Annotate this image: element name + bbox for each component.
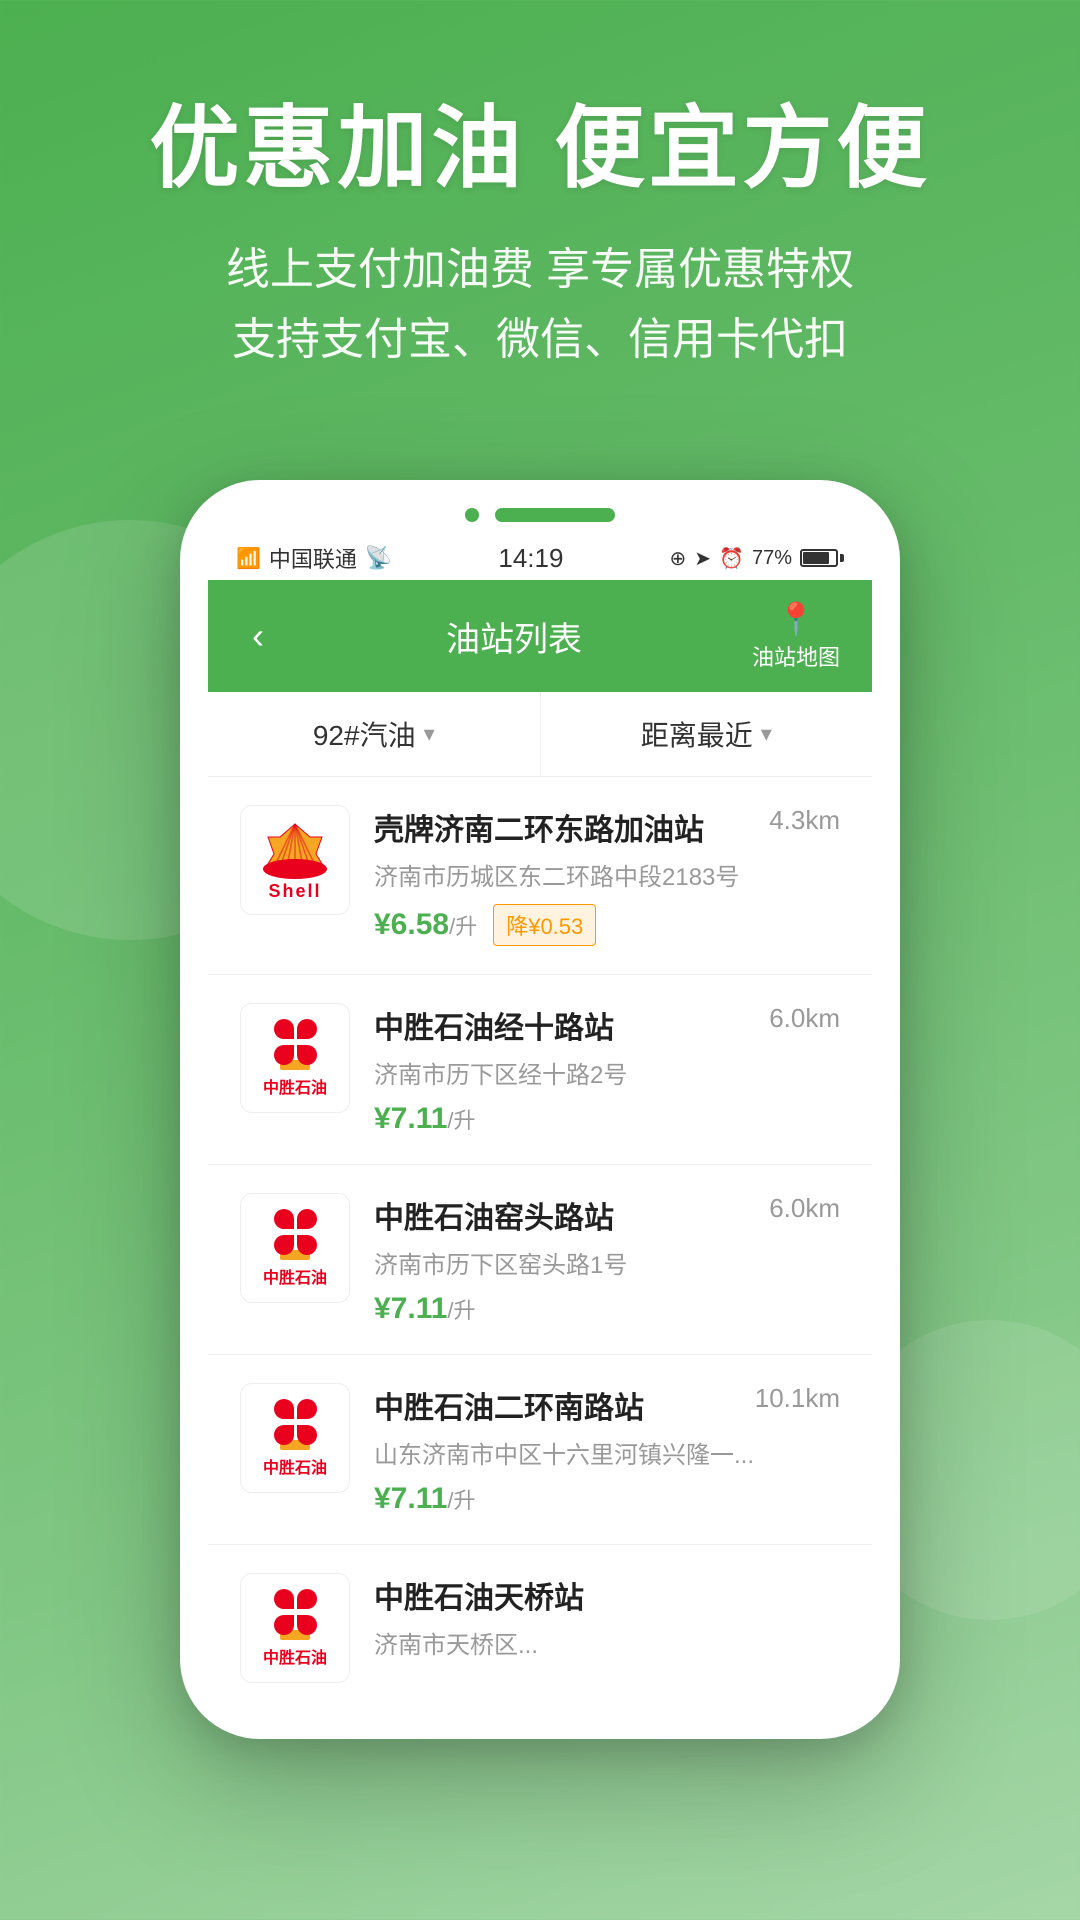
station-header: 中胜石油天桥站 xyxy=(374,1573,840,1617)
station-header: 中胜石油二环南路站 10.1km xyxy=(374,1383,840,1427)
station-logo-zhongsheng: 中胜石油 xyxy=(240,1003,350,1113)
station-logo-shell: Shell xyxy=(240,805,350,915)
fuel-type-label: 92#汽油 xyxy=(313,714,416,754)
station-distance: 4.3km xyxy=(769,805,840,836)
hero-subtitle-line1: 线上支付加油费 享专属优惠特权 xyxy=(60,235,1020,305)
station-price: ¥7.11/升 xyxy=(374,1482,476,1516)
wifi-icon: 📡 xyxy=(365,545,392,571)
status-bar: 📶 中国联通 📡 14:19 ⊕ ➤ ⏰ 77% xyxy=(208,532,872,580)
station-name: 中胜石油天桥站 xyxy=(374,1573,840,1617)
station-address: 山东济南市中区十六里河镇兴隆一... xyxy=(374,1435,840,1470)
station-logo-zhongsheng: 中胜石油 xyxy=(240,1573,350,1683)
station-item-partial[interactable]: 中胜石油 中胜石油天桥站 济南市天桥区... xyxy=(208,1545,872,1699)
station-address: 济南市天桥区... xyxy=(374,1625,840,1660)
station-header: 壳牌济南二环东路加油站 4.3km xyxy=(374,805,840,849)
station-info: 中胜石油天桥站 济南市天桥区... xyxy=(374,1573,840,1672)
map-label: 油站地图 xyxy=(752,640,840,672)
location-icon: ⊕ xyxy=(670,546,687,571)
phone-dot xyxy=(465,508,479,522)
fuel-type-filter[interactable]: 92#汽油 ▾ xyxy=(208,692,541,776)
station-address: 济南市历下区经十路2号 xyxy=(374,1055,840,1090)
filter-bar: 92#汽油 ▾ 距离最近 ▾ xyxy=(208,692,872,777)
station-name: 中胜石油窑头路站 xyxy=(374,1193,757,1237)
signal-icon: 📶 xyxy=(236,546,261,571)
zhongsheng-brand-text: 中胜石油 xyxy=(263,1264,327,1288)
station-price-row: ¥7.11/升 xyxy=(374,1482,840,1516)
station-info: 壳牌济南二环东路加油站 4.3km 济南市历城区东二环路中段2183号 ¥6.5… xyxy=(374,805,840,946)
back-button[interactable]: ‹ xyxy=(240,611,276,661)
sort-label: 距离最近 xyxy=(641,714,753,754)
nav-bar: ‹ 油站列表 📍 油站地图 xyxy=(208,580,872,692)
hero-section: 优惠加油 便宜方便 线上支付加油费 享专属优惠特权 支持支付宝、微信、信用卡代扣 xyxy=(0,0,1080,436)
phone-notch xyxy=(208,508,872,522)
station-list: Shell 壳牌济南二环东路加油站 4.3km 济南市历城区东二环路中段2183… xyxy=(208,777,872,1699)
hero-title: 优惠加油 便宜方便 xyxy=(60,100,1020,199)
station-name: 壳牌济南二环东路加油站 xyxy=(374,805,757,849)
battery-icon xyxy=(800,549,844,567)
zhongsheng-brand-text: 中胜石油 xyxy=(263,1074,327,1098)
battery-label: 77% xyxy=(752,547,792,570)
nav-icon: ➤ xyxy=(694,546,711,571)
shell-svg xyxy=(260,819,330,879)
station-header: 中胜石油窑头路站 6.0km xyxy=(374,1193,840,1237)
station-address: 济南市历城区东二环路中段2183号 xyxy=(374,857,840,892)
station-item[interactable]: 中胜石油 中胜石油二环南路站 10.1km 山东济南市中区十六里河镇兴隆一...… xyxy=(208,1355,872,1545)
station-price-row: ¥7.11/升 xyxy=(374,1102,840,1136)
station-item[interactable]: Shell 壳牌济南二环东路加油站 4.3km 济南市历城区东二环路中段2183… xyxy=(208,777,872,975)
status-left: 📶 中国联通 📡 xyxy=(236,542,392,574)
alarm-icon: ⏰ xyxy=(719,546,744,571)
hero-subtitle-line2: 支持支付宝、微信、信用卡代扣 xyxy=(60,305,1020,375)
nav-title: 油站列表 xyxy=(446,612,582,661)
hero-subtitle: 线上支付加油费 享专属优惠特权 支持支付宝、微信、信用卡代扣 xyxy=(60,235,1020,376)
phone-mockup: 📶 中国联通 📡 14:19 ⊕ ➤ ⏰ 77% ‹ 油站列表 xyxy=(180,480,900,1739)
fuel-arrow-icon: ▾ xyxy=(424,721,435,747)
phone-pill xyxy=(495,508,615,522)
station-price-row: ¥7.11/升 xyxy=(374,1292,840,1326)
station-info: 中胜石油经十路站 6.0km 济南市历下区经十路2号 ¥7.11/升 xyxy=(374,1003,840,1136)
station-logo-zhongsheng: 中胜石油 xyxy=(240,1193,350,1303)
station-header: 中胜石油经十路站 6.0km xyxy=(374,1003,840,1047)
station-price-row: ¥6.58/升 降¥0.53 xyxy=(374,904,840,946)
station-price: ¥7.11/升 xyxy=(374,1292,476,1326)
map-button[interactable]: 📍 油站地图 xyxy=(752,600,840,672)
zhongsheng-brand-text: 中胜石油 xyxy=(263,1454,327,1478)
station-info: 中胜石油窑头路站 6.0km 济南市历下区窑头路1号 ¥7.11/升 xyxy=(374,1193,840,1326)
carrier-label: 中国联通 xyxy=(269,542,357,574)
time-display: 14:19 xyxy=(498,543,563,574)
price-badge: 降¥0.53 xyxy=(493,904,596,946)
zhongsheng-brand-text: 中胜石油 xyxy=(263,1644,327,1668)
station-price: ¥7.11/升 xyxy=(374,1102,476,1136)
station-info: 中胜石油二环南路站 10.1km 山东济南市中区十六里河镇兴隆一... ¥7.1… xyxy=(374,1383,840,1516)
station-distance: 10.1km xyxy=(755,1383,840,1414)
station-price: ¥6.58/升 xyxy=(374,908,477,942)
shell-brand-text: Shell xyxy=(268,881,321,902)
station-distance: 6.0km xyxy=(769,1003,840,1034)
station-item[interactable]: 中胜石油 中胜石油窑头路站 6.0km 济南市历下区窑头路1号 ¥7.11/升 xyxy=(208,1165,872,1355)
station-name: 中胜石油经十路站 xyxy=(374,1003,757,1047)
station-distance: 6.0km xyxy=(769,1193,840,1224)
station-item[interactable]: 中胜石油 中胜石油经十路站 6.0km 济南市历下区经十路2号 ¥7.11/升 xyxy=(208,975,872,1165)
station-logo-zhongsheng: 中胜石油 xyxy=(240,1383,350,1493)
station-name: 中胜石油二环南路站 xyxy=(374,1383,743,1427)
phone-outer: 📶 中国联通 📡 14:19 ⊕ ➤ ⏰ 77% ‹ 油站列表 xyxy=(180,480,900,1739)
sort-filter[interactable]: 距离最近 ▾ xyxy=(541,692,873,776)
station-address: 济南市历下区窑头路1号 xyxy=(374,1245,840,1280)
status-right: ⊕ ➤ ⏰ 77% xyxy=(670,546,844,571)
sort-arrow-icon: ▾ xyxy=(761,721,772,747)
map-icon: 📍 xyxy=(776,600,816,638)
